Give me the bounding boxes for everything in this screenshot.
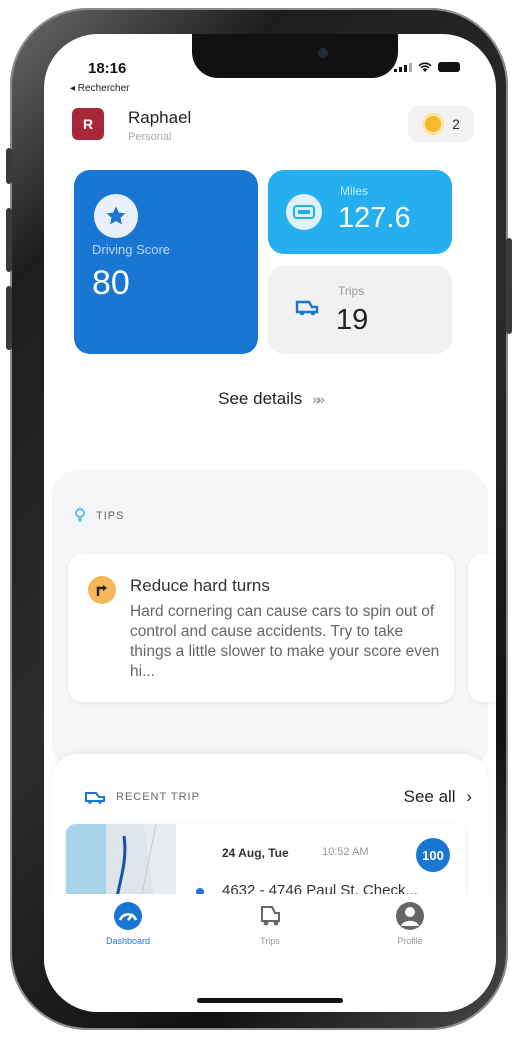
- tip-card[interactable]: Reduce hard turns Hard cornering can cau…: [68, 554, 454, 702]
- car-icon: [84, 790, 106, 807]
- star-icon: [94, 194, 138, 238]
- gauge-icon: [78, 900, 178, 932]
- phone-frame: 18:16 ◂ Rechercher R Raphael Personal 2: [6, 8, 512, 1030]
- person-icon: [360, 900, 460, 932]
- tab-bar: Dashboard Trips Profile: [44, 894, 496, 1012]
- lightbulb-icon: [75, 508, 85, 522]
- double-chevron-icon: »»: [312, 391, 324, 407]
- driving-score-value: 80: [92, 264, 130, 302]
- account-type: Personal: [128, 131, 172, 143]
- chevron-right-icon: ›: [466, 787, 472, 806]
- avatar[interactable]: R: [72, 108, 104, 140]
- trips-value: 19: [336, 304, 369, 336]
- coins-button[interactable]: 2: [408, 106, 474, 142]
- driving-score-card[interactable]: Driving Score 80: [74, 170, 258, 354]
- coin-icon: [422, 113, 445, 135]
- account-header: R Raphael Personal 2: [72, 106, 474, 146]
- wifi-icon: [418, 62, 432, 72]
- car-icon: [220, 900, 320, 932]
- odometer-icon: [286, 194, 322, 230]
- volume-up-button: [6, 208, 12, 272]
- tab-label: Dashboard: [105, 936, 151, 946]
- driving-score-label: Driving Score: [92, 242, 171, 257]
- notch: [192, 34, 398, 78]
- trip-date: 24 Aug, Tue: [222, 846, 289, 860]
- see-details-label: See details: [218, 389, 303, 408]
- home-indicator[interactable]: [197, 998, 343, 1003]
- battery-icon: [438, 62, 460, 72]
- signal-icon: [394, 62, 412, 72]
- miles-value: 127.6: [338, 202, 411, 234]
- volume-down-button: [6, 286, 12, 350]
- status-icons: [394, 62, 460, 72]
- car-icon: [294, 298, 320, 322]
- camera: [318, 48, 328, 58]
- see-all-label: See all: [403, 787, 456, 806]
- coin-count: 2: [452, 116, 460, 132]
- miles-card[interactable]: Miles 127.6: [268, 170, 452, 254]
- tips-title: TIPS: [96, 510, 125, 522]
- back-to-app-link[interactable]: ◂ Rechercher: [70, 83, 130, 94]
- tab-label: Trips: [260, 936, 280, 946]
- turn-right-icon: [88, 576, 116, 604]
- trip-score-badge: 100: [416, 838, 450, 872]
- power-button: [506, 238, 512, 334]
- trip-time: 10:52 AM: [322, 846, 369, 858]
- tab-dashboard[interactable]: Dashboard: [78, 900, 178, 946]
- see-details-link[interactable]: See details »»: [44, 389, 496, 409]
- next-tip-card-peek[interactable]: [468, 554, 496, 702]
- tab-trips[interactable]: Trips: [220, 900, 320, 946]
- recent-trip-title: RECENT TRIP: [116, 791, 200, 803]
- user-name: Raphael: [128, 108, 192, 127]
- trips-card[interactable]: Trips 19: [268, 266, 452, 354]
- tip-title: Reduce hard turns: [130, 576, 270, 595]
- tip-body: Hard cornering can cause cars to spin ou…: [130, 603, 440, 680]
- mute-switch: [6, 148, 12, 184]
- app-screen: 18:16 ◂ Rechercher R Raphael Personal 2: [44, 34, 496, 1012]
- status-time: 18:16: [88, 60, 127, 77]
- tab-profile[interactable]: Profile: [360, 900, 460, 946]
- see-all-link[interactable]: See all ›: [404, 787, 472, 807]
- trips-label: Trips: [338, 284, 365, 298]
- tab-label: Profile: [397, 936, 423, 946]
- miles-label: Miles: [340, 184, 369, 198]
